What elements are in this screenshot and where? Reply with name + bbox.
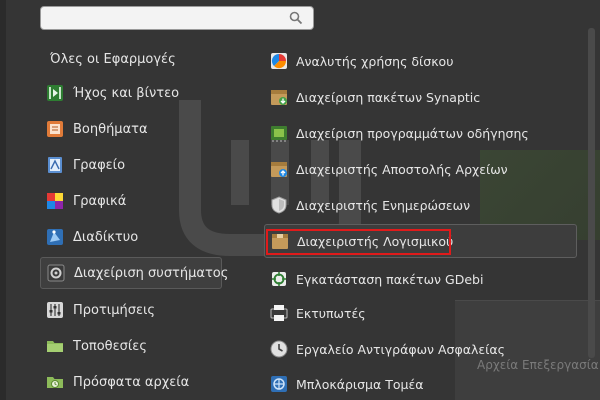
category-internet[interactable]: Διαδίκτυο: [40, 222, 222, 252]
app-label: Αναλυτής χρήσης δίσκου: [296, 53, 454, 69]
category-label: Γραφικά: [73, 193, 127, 209]
update-manager-shield-icon: [271, 196, 287, 214]
app-label: Εκτυπωτές: [296, 305, 366, 321]
app-label: Εργαλείο Αντιγράφων Ασφαλείας: [296, 341, 505, 357]
backup-tool-icon: [270, 340, 288, 358]
places-icon: [47, 341, 63, 352]
accessories-icon: [47, 121, 63, 137]
recent-files-icon: [47, 377, 63, 388]
category-accessories[interactable]: Βοηθήματα: [40, 114, 222, 144]
category-recent-files[interactable]: Πρόσφατα αρχεία: [40, 367, 222, 397]
app-label: Διαχείριση πακέτων Synaptic: [296, 89, 481, 105]
category-graphics[interactable]: Γραφικά: [40, 186, 222, 216]
app-backup-tool[interactable]: Εργαλείο Αντιγράφων Ασφαλείας: [264, 333, 577, 365]
category-places[interactable]: Τοποθεσίες: [40, 331, 222, 361]
app-update-manager[interactable]: Διαχειριστής Ενημερώσεων: [264, 189, 577, 221]
category-preferences[interactable]: Προτιμήσεις: [40, 295, 222, 325]
upload-manager-icon: [271, 162, 287, 177]
category-multimedia[interactable]: Ήχος και βίντεο: [40, 78, 222, 108]
search-input[interactable]: [49, 9, 283, 29]
application-menu: Αρχεία Επεξεργασία Όλες οι Εφαρμογές Ήχο…: [0, 0, 600, 400]
app-synaptic[interactable]: Διαχείριση πακέτων Synaptic: [264, 81, 577, 113]
office-icon: [48, 157, 62, 173]
category-label: Πρόσφατα αρχεία: [73, 374, 190, 390]
category-label: Γραφείο: [73, 157, 126, 173]
search-box[interactable]: [40, 6, 314, 30]
category-administration[interactable]: Διαχείριση συστήματος: [40, 257, 228, 289]
app-gdebi[interactable]: Εγκατάσταση πακέτων GDebi: [264, 263, 577, 295]
app-label: Διαχείριση προγραμμάτων οδήγησης: [296, 125, 529, 141]
category-label: Βοηθήματα: [73, 121, 148, 137]
app-upload-manager[interactable]: Διαχειριστής Αποστολής Αρχείων: [264, 153, 577, 185]
multimedia-icon: [47, 85, 63, 101]
category-label: Ήχος και βίντεο: [73, 85, 180, 101]
app-label: Εγκατάσταση πακέτων GDebi: [296, 271, 484, 287]
preferences-icon: [47, 302, 63, 318]
domain-blocker-icon: [271, 376, 287, 392]
panel-edge: [0, 0, 6, 400]
disk-usage-icon: [271, 53, 287, 69]
category-label: Διαχείριση συστήματος: [74, 265, 229, 281]
internet-icon: [47, 229, 63, 245]
driver-manager-icon: [271, 126, 287, 142]
gdebi-icon: [272, 272, 286, 286]
app-label: Μπλοκάρισμα Τομέα: [296, 376, 424, 392]
app-label: Διαχειριστής Λογισμικού: [297, 233, 454, 249]
app-disk-usage-analyzer[interactable]: Αναλυτής χρήσης δίσκου: [264, 45, 577, 77]
scrollbar[interactable]: [588, 28, 595, 358]
all-applications-category[interactable]: Όλες οι Εφαρμογές: [50, 52, 176, 67]
app-driver-manager[interactable]: Διαχείριση προγραμμάτων οδήγησης: [264, 117, 577, 149]
category-label: Τοποθεσίες: [73, 338, 147, 354]
category-office[interactable]: Γραφείο: [40, 150, 222, 180]
software-manager-icon: [272, 234, 288, 249]
app-software-manager[interactable]: Διαχειριστής Λογισμικού: [264, 224, 577, 258]
search-icon[interactable]: [289, 11, 303, 25]
synaptic-icon: [271, 90, 287, 105]
category-label: Διαδίκτυο: [73, 229, 139, 245]
printer-icon: [270, 305, 288, 321]
app-printers[interactable]: Εκτυπωτές: [264, 297, 577, 329]
app-label: Διαχειριστής Αποστολής Αρχείων: [296, 161, 508, 177]
category-label: Προτιμήσεις: [73, 302, 156, 318]
administration-icon: [47, 264, 65, 282]
app-label: Διαχειριστής Ενημερώσεων: [296, 197, 471, 213]
app-domain-blocker[interactable]: Μπλοκάρισμα Τομέα: [264, 368, 577, 400]
graphics-icon: [47, 193, 63, 209]
